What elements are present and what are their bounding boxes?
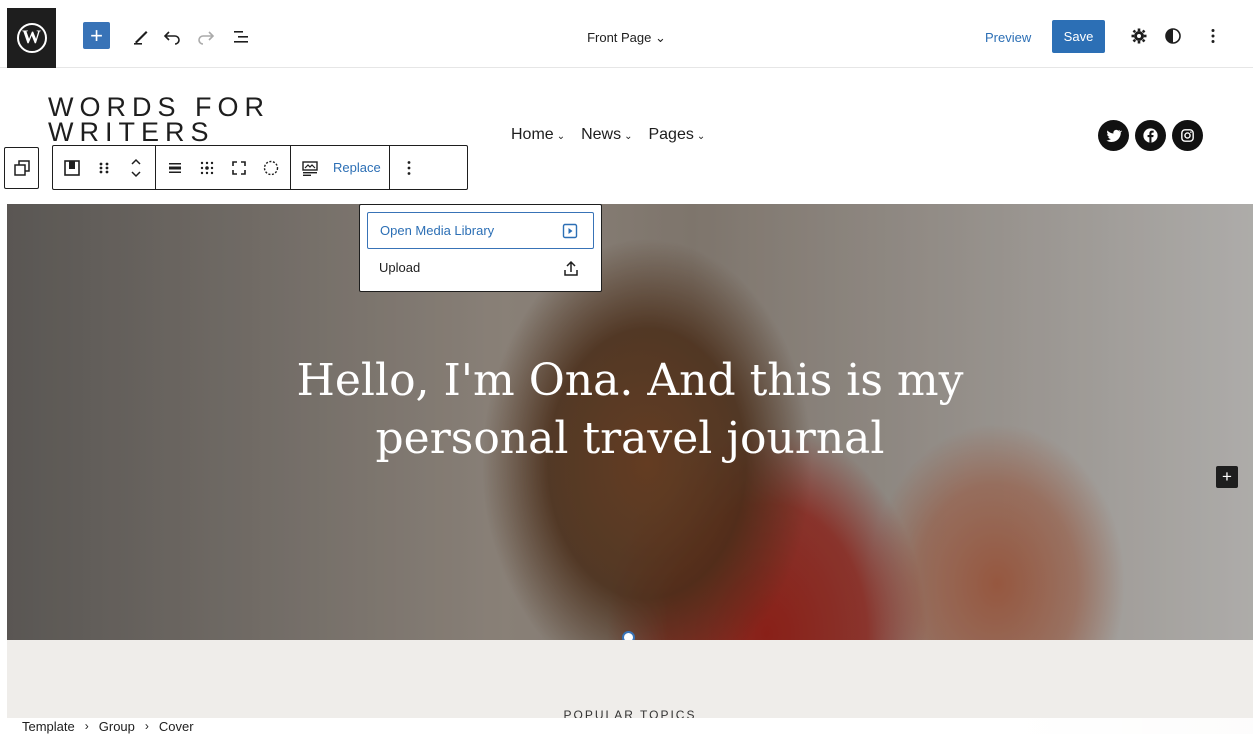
block-breadcrumb: Template › Group › Cover [0, 718, 1253, 734]
undo-button[interactable] [159, 23, 185, 49]
drag-handle-icon [99, 162, 109, 173]
pencil-icon [134, 31, 148, 45]
chevron-up-down-icon [131, 158, 141, 177]
cover-block-icon [64, 159, 80, 176]
breadcrumb-item-group[interactable]: Group [99, 719, 135, 734]
editor-app: W + Front Page ⌄ Preview Save WORDS FOR … [0, 0, 1253, 734]
block-toolbar-group-layout [156, 146, 291, 189]
redo-button[interactable] [193, 23, 219, 49]
chevron-down-icon: ⌄ [556, 131, 566, 142]
block-toolbar: Replace [52, 145, 468, 190]
options-button[interactable] [1200, 23, 1226, 49]
chevron-down-icon: ⌄ [655, 30, 666, 45]
select-parent-button[interactable] [4, 147, 39, 189]
block-options-button[interactable] [398, 157, 420, 179]
drag-handle[interactable] [93, 157, 115, 179]
upload-icon [560, 257, 582, 279]
upload-label: Upload [379, 260, 421, 275]
nav-item-label: Pages [648, 126, 694, 143]
tools-button[interactable] [128, 23, 154, 49]
instagram-icon[interactable] [1172, 120, 1203, 151]
block-toolbar-group-more [390, 146, 428, 189]
circle-dashed-icon [263, 160, 279, 175]
breadcrumb-separator: › [84, 719, 89, 733]
content-position-button[interactable] [196, 157, 218, 179]
document-title: Front Page [587, 30, 652, 45]
position-grid-icon [200, 161, 214, 174]
breadcrumb-separator: › [144, 719, 149, 733]
fullscreen-icon [232, 160, 246, 175]
nav-item-home[interactable]: Home ⌄ [511, 126, 565, 144]
add-block-inline-button[interactable]: + [1216, 466, 1238, 488]
align-center-icon [169, 162, 181, 173]
chevron-down-icon: ⌄ [624, 131, 633, 142]
wordpress-logo-button[interactable]: W [7, 8, 56, 68]
parent-block-icon [13, 160, 30, 176]
more-vertical-icon [1211, 29, 1215, 43]
chevron-down-icon: ⌄ [696, 131, 706, 142]
document-title-button[interactable]: Front Page ⌄ [587, 30, 666, 45]
contrast-icon [1165, 28, 1181, 44]
facebook-icon[interactable] [1135, 120, 1166, 151]
list-view-button[interactable] [228, 23, 254, 49]
media-text-icon [299, 157, 321, 179]
site-title[interactable]: WORDS FOR WRITERS [48, 95, 328, 145]
open-media-library-label: Open Media Library [380, 223, 495, 238]
full-height-button[interactable] [228, 157, 250, 179]
nav-item-pages[interactable]: Pages ⌄ [648, 126, 705, 144]
cover-block[interactable]: Hello, I'm Ona. And this is my personal … [7, 204, 1253, 640]
site-navigation: Home ⌄ News ⌄ Pages ⌄ [511, 126, 705, 144]
nav-item-label: Home [511, 126, 554, 143]
undo-icon [163, 31, 180, 45]
preview-button[interactable]: Preview [985, 30, 1031, 45]
move-up-down-button[interactable] [125, 157, 147, 179]
nav-item-news[interactable]: News ⌄ [581, 126, 632, 144]
add-block-button[interactable]: + [83, 22, 110, 49]
redo-icon [198, 31, 215, 45]
save-button[interactable]: Save [1052, 20, 1105, 53]
social-icons [1098, 120, 1203, 151]
nav-item-label: News [581, 126, 622, 143]
editor-top-bar: W + Front Page ⌄ Preview Save [0, 0, 1253, 68]
styles-button[interactable] [1160, 23, 1186, 49]
media-library-icon [559, 220, 581, 242]
block-toolbar-group-replace: Replace [291, 146, 390, 189]
replace-media-dropdown: Open Media Library Upload [359, 204, 602, 292]
block-toolbar-group-move [53, 146, 156, 189]
open-media-library-item[interactable]: Open Media Library [367, 212, 594, 249]
more-vertical-icon [407, 160, 411, 175]
replace-button[interactable]: Replace [333, 160, 381, 175]
upload-item[interactable]: Upload [367, 249, 594, 286]
duotone-button[interactable] [260, 157, 282, 179]
breadcrumb-item-template[interactable]: Template [22, 719, 75, 734]
plus-icon: + [90, 22, 103, 48]
plus-icon: + [1222, 467, 1232, 486]
align-button[interactable] [164, 157, 186, 179]
cover-heading[interactable]: Hello, I'm Ona. And this is my personal … [207, 352, 1053, 468]
twitter-icon[interactable] [1098, 120, 1129, 151]
gear-icon [1131, 28, 1147, 44]
wordpress-logo-icon: W [16, 23, 47, 53]
list-view-icon [234, 31, 248, 43]
block-type-button[interactable] [61, 157, 83, 179]
breadcrumb-item-cover[interactable]: Cover [159, 719, 194, 734]
settings-button[interactable] [1126, 23, 1152, 49]
